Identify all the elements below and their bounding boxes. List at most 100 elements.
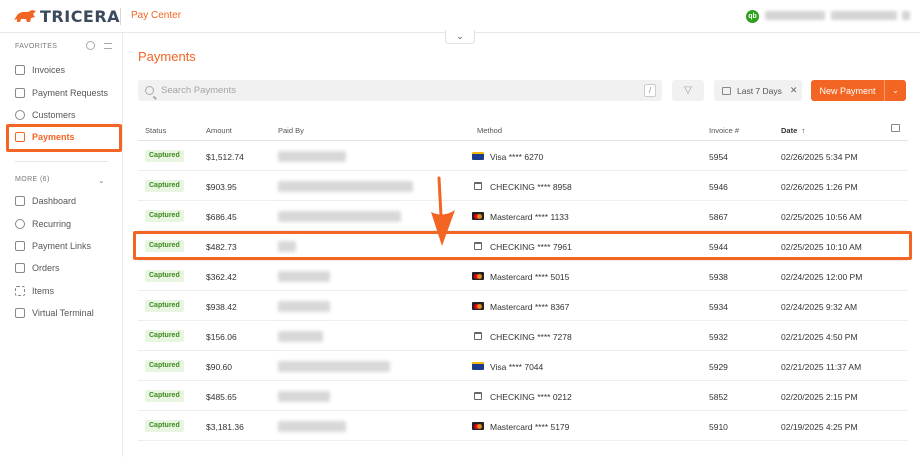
app-name[interactable]: Pay Center — [131, 10, 181, 21]
invoice-number-cell[interactable]: 5910 — [709, 422, 728, 432]
chevron-down-icon[interactable]: ⌄ — [98, 176, 105, 185]
table-row[interactable]: Captured $362.42 Mastercard **** 5015 5938 0… — [138, 261, 908, 291]
sidebar-item-invoices[interactable]: Invoices — [15, 62, 65, 78]
amount-cell: $1,512.74 — [206, 152, 244, 162]
chevron-down-icon: ⌄ — [456, 31, 464, 41]
column-header-paid-by[interactable]: Paid By — [278, 126, 304, 135]
column-header-invoice[interactable]: Invoice # — [709, 126, 739, 135]
sidebar-item-label: Payment Requests — [32, 88, 109, 98]
date-cell: 02/24/2025 12:00 PM — [781, 272, 863, 282]
table-row[interactable]: Captured $485.65 CHECKING **** 0212 5852 02/… — [138, 381, 908, 411]
invoice-number-cell[interactable]: 5934 — [709, 302, 728, 312]
table-row[interactable]: Captured $1,512.74 Visa **** 6270 5954 02/26… — [138, 141, 908, 171]
sort-ascending-icon: ↑ — [799, 126, 806, 135]
column-header-amount[interactable]: Amount — [206, 126, 232, 135]
link-icon — [15, 241, 25, 251]
new-payment-button[interactable]: New Payment ⌄ — [811, 80, 906, 101]
new-payment-label: New Payment — [819, 85, 876, 96]
sidebar-item-label: Payment Links — [32, 241, 92, 251]
column-header-method[interactable]: Method — [477, 126, 502, 135]
amount-cell: $686.45 — [206, 212, 237, 222]
sidebar-item-label: Dashboard — [32, 196, 77, 206]
method-cell: Visa **** 7044 — [490, 362, 544, 372]
bank-icon — [474, 332, 482, 340]
invoice-number-cell[interactable]: 5929 — [709, 362, 728, 372]
search-bar[interactable]: / — [138, 80, 662, 101]
amount-cell: $3,181.36 — [206, 422, 244, 432]
sidebar-item-label: Recurring — [32, 219, 72, 229]
quickbooks-icon[interactable]: qb — [746, 10, 759, 23]
status-badge: Captured — [145, 210, 184, 222]
mastercard-icon — [472, 422, 484, 430]
topbar-divider — [120, 8, 121, 25]
method-cell: CHECKING **** 8958 — [490, 182, 572, 192]
sidebar-item-customers[interactable]: Customers — [15, 107, 76, 123]
date-cell: 02/25/2025 10:56 AM — [781, 212, 862, 222]
sidebar: FAVORITES Invoices Payment Requests Cust… — [0, 33, 123, 457]
account-menu-redacted[interactable] — [902, 11, 910, 20]
visa-card-icon — [472, 152, 484, 160]
close-icon[interactable]: ✕ — [790, 85, 798, 96]
sidebar-item-payment-links[interactable]: Payment Links — [15, 238, 91, 254]
collapse-header-button[interactable]: ⌄ — [445, 30, 475, 44]
paid-by-redacted — [278, 151, 346, 162]
invoice-number-cell[interactable]: 5954 — [709, 152, 728, 162]
column-header-status[interactable]: Status — [145, 126, 166, 135]
table-row[interactable]: Captured $3,181.36 Mastercard **** 5179 591… — [138, 411, 908, 441]
top-bar: TRICERA Pay Center qb — [0, 0, 920, 33]
status-badge: Captured — [145, 420, 184, 432]
date-filter-chip[interactable]: Last 7 Days ✕ — [714, 80, 802, 101]
terminal-icon — [15, 308, 25, 318]
sidebar-item-label: Customers — [32, 110, 76, 120]
column-settings-icon[interactable] — [891, 124, 900, 132]
table-row[interactable]: Captured $686.45 Mastercard **** 1133 5867 0… — [138, 201, 908, 231]
gear-icon[interactable] — [86, 41, 95, 50]
table-row[interactable]: Captured $156.06 CHECKING **** 7278 5932 02/… — [138, 321, 908, 351]
invoice-number-cell[interactable]: 5946 — [709, 182, 728, 192]
visa-card-icon — [472, 362, 484, 370]
paid-by-redacted — [278, 331, 323, 342]
sidebar-item-payment-requests[interactable]: Payment Requests — [15, 85, 108, 101]
table-row[interactable]: Captured $903.95 CHECKING **** 8958 5946 02/… — [138, 171, 908, 201]
invoice-number-cell[interactable]: 5938 — [709, 272, 728, 282]
amount-cell: $938.42 — [206, 302, 237, 312]
page-title: Payments — [138, 49, 196, 64]
sidebar-item-items[interactable]: Items — [15, 283, 54, 299]
sidebar-item-label: Orders — [32, 263, 60, 273]
tricera-logo[interactable]: TRICERA — [12, 6, 120, 27]
sidebar-item-recurring[interactable]: Recurring — [15, 216, 71, 232]
sidebar-divider — [15, 161, 108, 162]
method-cell: CHECKING **** 0212 — [490, 392, 572, 402]
chevron-down-icon[interactable]: ⌄ — [885, 86, 906, 95]
triceratops-logo-icon — [14, 9, 36, 22]
invoice-number-cell[interactable]: 5867 — [709, 212, 728, 222]
date-cell: 02/20/2025 2:15 PM — [781, 392, 858, 402]
invoice-number-cell[interactable]: 5852 — [709, 392, 728, 402]
filter-button[interactable]: ▽ — [672, 80, 704, 101]
dashboard-icon — [15, 196, 25, 206]
list-settings-icon[interactable] — [104, 43, 112, 49]
search-input[interactable] — [161, 85, 631, 96]
invoice-number-cell[interactable]: 5932 — [709, 332, 728, 342]
sidebar-item-dashboard[interactable]: Dashboard — [15, 193, 76, 209]
date-cell: 02/26/2025 1:26 PM — [781, 182, 858, 192]
date-cell: 02/21/2025 4:50 PM — [781, 332, 858, 342]
table-row[interactable]: Captured $90.60 Visa **** 7044 5929 02/21/20… — [138, 351, 908, 381]
sidebar-item-orders[interactable]: Orders — [15, 260, 60, 276]
search-shortcut-key: / — [644, 84, 656, 97]
paid-by-redacted — [278, 211, 401, 222]
table-row[interactable]: Captured $938.42 Mastercard **** 8367 5934 0… — [138, 291, 908, 321]
items-icon — [15, 286, 25, 296]
sidebar-item-virtual-terminal[interactable]: Virtual Terminal — [15, 305, 94, 321]
orders-icon — [15, 263, 25, 273]
column-header-date[interactable]: Date ↑ — [781, 126, 805, 135]
more-heading[interactable]: MORE (6) — [15, 176, 50, 183]
paid-by-redacted — [278, 301, 330, 312]
bank-icon — [474, 182, 482, 190]
customers-icon — [15, 110, 25, 120]
mastercard-icon — [472, 302, 484, 310]
account-company-redacted[interactable] — [831, 11, 897, 20]
account-name-redacted[interactable] — [765, 11, 825, 20]
column-header-date-label: Date — [781, 126, 798, 135]
method-cell: Mastercard **** 5179 — [490, 422, 570, 432]
